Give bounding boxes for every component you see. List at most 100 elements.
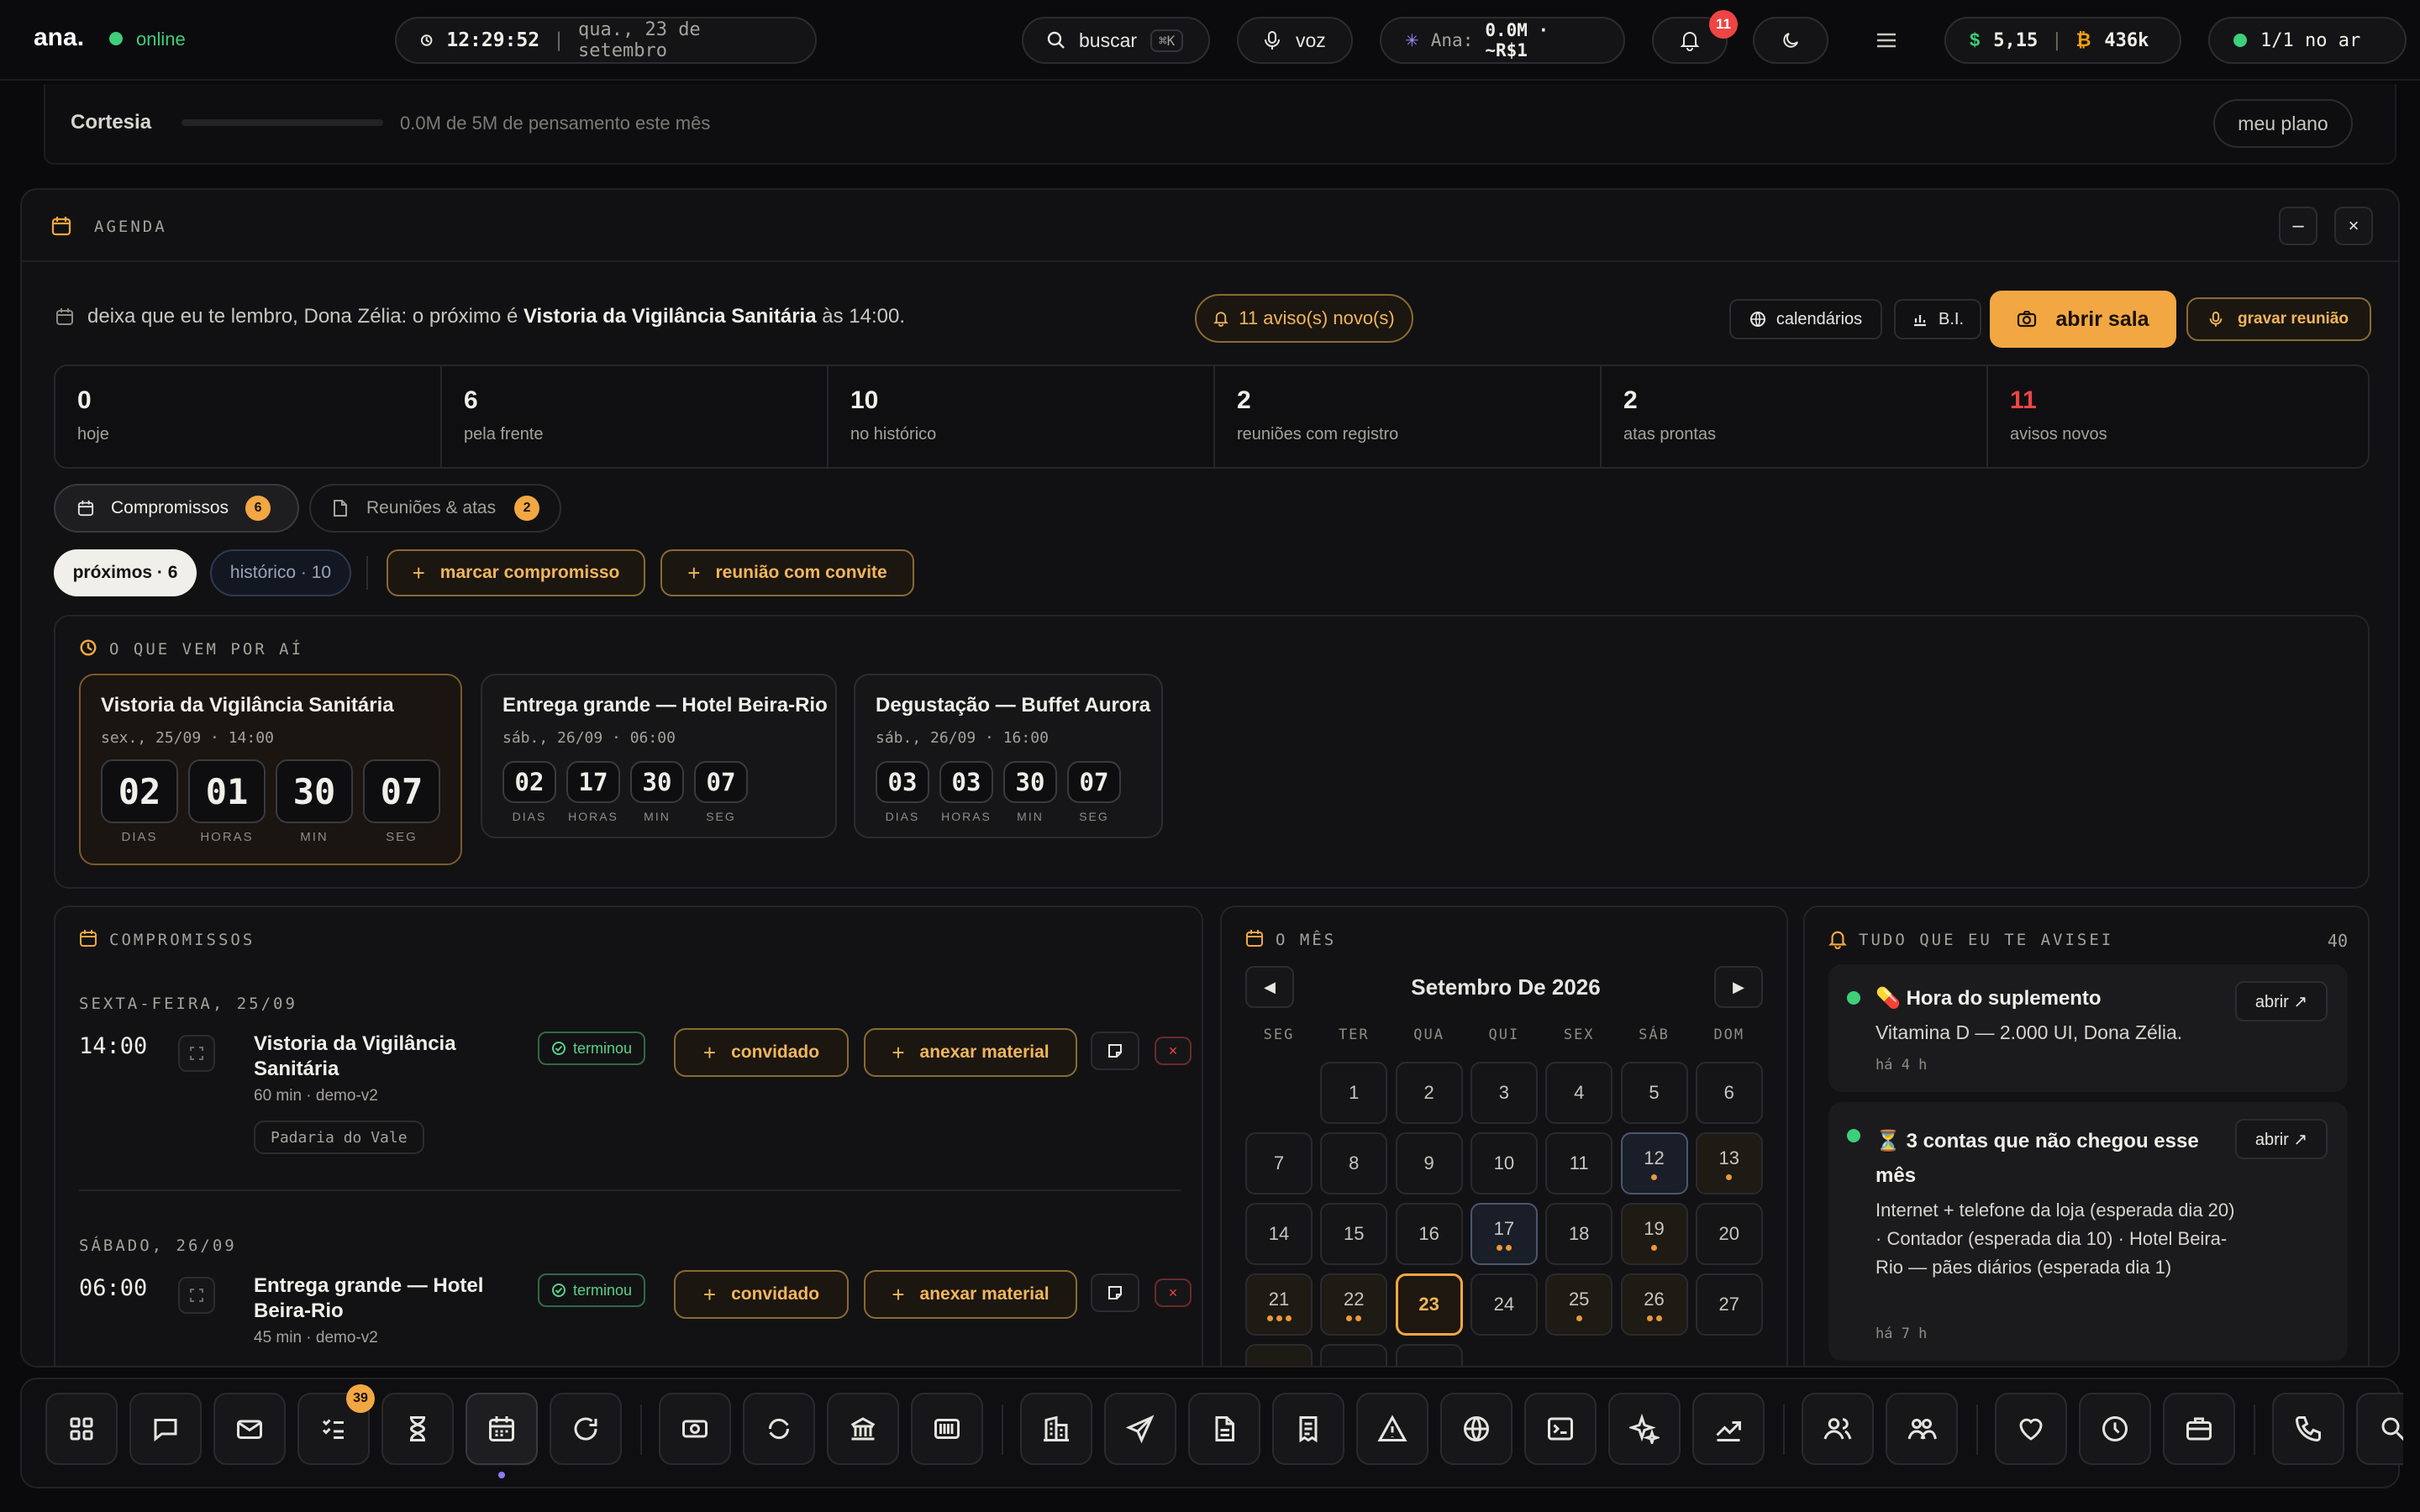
calendar-day[interactable]: 14 [1245, 1203, 1313, 1265]
dock-cash[interactable] [659, 1393, 731, 1465]
calendar-day[interactable]: 26 [1620, 1273, 1688, 1336]
calendar-day[interactable]: 28 [1245, 1344, 1313, 1366]
calendar-day[interactable]: 4 [1545, 1062, 1613, 1124]
dock-terminal[interactable] [1524, 1393, 1597, 1465]
dock-search[interactable] [2356, 1393, 2403, 1465]
dock-team[interactable] [1886, 1393, 1958, 1465]
dock-agenda[interactable] [466, 1393, 538, 1465]
calendar-day[interactable]: 20 [1695, 1203, 1763, 1265]
calendar-day[interactable]: 16 [1395, 1203, 1463, 1265]
dock-sync[interactable] [743, 1393, 815, 1465]
expand-button[interactable] [178, 1035, 215, 1072]
countdown-card[interactable]: Vistoria da Vigilância Sanitária sex., 2… [79, 674, 462, 865]
filter-upcoming[interactable]: próximos · 6 [54, 549, 197, 596]
dock-clock[interactable] [2079, 1393, 2151, 1465]
calendar-day[interactable]: 9 [1395, 1132, 1463, 1194]
dock-warnings[interactable] [1356, 1393, 1428, 1465]
note-button[interactable] [1091, 1273, 1139, 1312]
calendar-day[interactable]: 6 [1695, 1062, 1763, 1124]
dock-growth[interactable] [1692, 1393, 1765, 1465]
close-button[interactable]: × [2334, 207, 2373, 245]
menu-button[interactable] [1874, 25, 1899, 55]
prices-widget[interactable]: $ 5,15 | ₿ 436k [1944, 17, 2181, 64]
tab-meetings[interactable]: Reuniões & atas 2 [309, 484, 561, 533]
calendar-day[interactable]: 15 [1320, 1203, 1388, 1265]
calendar-day[interactable]: 22 [1320, 1273, 1388, 1336]
attach-material-button[interactable]: + anexar material [864, 1270, 1077, 1319]
online-count-widget[interactable]: 1/1 no ar [2208, 17, 2407, 64]
calendar-day[interactable]: 5 [1620, 1062, 1688, 1124]
calendar-day[interactable]: 17 [1470, 1203, 1538, 1265]
search-button[interactable]: buscar ⌘K [1022, 17, 1210, 64]
ana-usage-widget[interactable]: ✳ Ana: 0.0M · ~R$1 [1380, 17, 1625, 64]
next-month-button[interactable]: ▶ [1714, 966, 1763, 1008]
add-guest-button[interactable]: + convidado [674, 1028, 849, 1077]
dock-building[interactable] [1020, 1393, 1092, 1465]
calendar-day[interactable]: 29 [1320, 1344, 1388, 1366]
open-alert-button[interactable]: abrir ↗ [2235, 981, 2328, 1021]
voice-button[interactable]: voz [1237, 17, 1353, 64]
add-guest-button[interactable]: + convidado [674, 1270, 849, 1319]
bi-button[interactable]: B.I. [1894, 299, 1981, 339]
calendar-day[interactable]: 2 [1395, 1062, 1463, 1124]
countdown-card[interactable]: Degustação — Buffet Aurora sáb., 26/09 ·… [854, 674, 1163, 838]
calendar-day[interactable]: 11 [1545, 1132, 1613, 1194]
calendar-day[interactable]: 18 [1545, 1203, 1613, 1265]
dock-refresh[interactable] [550, 1393, 622, 1465]
my-plan-button[interactable]: meu plano [2213, 99, 2353, 148]
calendars-button[interactable]: calendários [1729, 299, 1882, 339]
tab-commitments[interactable]: Compromissos 6 [54, 484, 299, 533]
dock-mail[interactable] [213, 1393, 286, 1465]
invite-meeting-button[interactable]: + reunião com convite [660, 549, 914, 596]
calendar-day[interactable]: 12 [1620, 1132, 1688, 1194]
calendar-day[interactable]: 10 [1470, 1132, 1538, 1194]
dock-work[interactable] [2163, 1393, 2235, 1465]
alerts-button[interactable]: 11 aviso(s) novo(s) [1195, 294, 1413, 343]
filter-history[interactable]: histórico · 10 [210, 549, 351, 596]
calendar-day[interactable]: 21 [1245, 1273, 1313, 1336]
app-logo[interactable]: ana. [34, 24, 84, 52]
attach-material-button[interactable]: + anexar material [864, 1028, 1077, 1077]
dock-health[interactable] [1995, 1393, 2067, 1465]
calendar-day[interactable]: 19 [1620, 1203, 1688, 1265]
reminder-event[interactable]: Vistoria da Vigilância Sanitária [523, 305, 817, 328]
record-meeting-button[interactable]: gravar reunião [2186, 297, 2371, 341]
expand-button[interactable] [178, 1277, 215, 1314]
calendar-day[interactable]: 25 [1545, 1273, 1613, 1336]
calendar-day[interactable]: 30 [1395, 1344, 1463, 1366]
calendar-day[interactable]: 8 [1320, 1132, 1388, 1194]
calendar-day[interactable]: 27 [1695, 1273, 1763, 1336]
calendar-day[interactable]: 24 [1470, 1273, 1538, 1336]
minimize-button[interactable]: – [2279, 207, 2317, 245]
alert-item[interactable]: 💊 Hora do suplemento Vitamina D — 2.000 … [1828, 964, 2348, 1092]
dock-documents[interactable] [1188, 1393, 1260, 1465]
alert-item[interactable]: ⏳ 3 contas que não chegou esse mês Inter… [1828, 1102, 2348, 1361]
calendar-day[interactable]: 1 [1320, 1062, 1388, 1124]
event-title[interactable]: Vistoria da Vigilância Sanitária [254, 1032, 506, 1082]
dock-phone[interactable] [2272, 1393, 2344, 1465]
dock-web[interactable] [1440, 1393, 1512, 1465]
calendar-day[interactable]: 3 [1470, 1062, 1538, 1124]
dock-receipts[interactable] [1272, 1393, 1344, 1465]
calendar-day[interactable]: 23 [1395, 1273, 1463, 1336]
clock-widget[interactable]: 12:29:52 | qua., 23 de setembro [395, 17, 817, 64]
countdown-card[interactable]: Entrega grande — Hotel Beira-Rio sáb., 2… [481, 674, 837, 838]
schedule-button[interactable]: + marcar compromisso [387, 549, 645, 596]
open-room-button[interactable]: abrir sala [1990, 291, 2176, 348]
calendar-day[interactable]: 13 [1695, 1132, 1763, 1194]
dock-bank[interactable] [827, 1393, 899, 1465]
dock-chat[interactable] [129, 1393, 202, 1465]
event-title[interactable]: Entrega grande — Hotel Beira-Rio [254, 1273, 506, 1324]
delete-button[interactable]: × [1155, 1037, 1192, 1065]
dock-send[interactable] [1104, 1393, 1176, 1465]
delete-button[interactable]: × [1155, 1278, 1192, 1307]
dock-barcode[interactable] [911, 1393, 983, 1465]
dock-contacts[interactable] [1802, 1393, 1874, 1465]
note-button[interactable] [1091, 1032, 1139, 1070]
dock-timer[interactable] [381, 1393, 454, 1465]
calendar-day[interactable]: 7 [1245, 1132, 1313, 1194]
theme-toggle-button[interactable] [1753, 17, 1828, 64]
open-alert-button[interactable]: abrir ↗ [2235, 1119, 2328, 1159]
dock-apps[interactable] [45, 1393, 118, 1465]
dock-ai[interactable] [1608, 1393, 1681, 1465]
